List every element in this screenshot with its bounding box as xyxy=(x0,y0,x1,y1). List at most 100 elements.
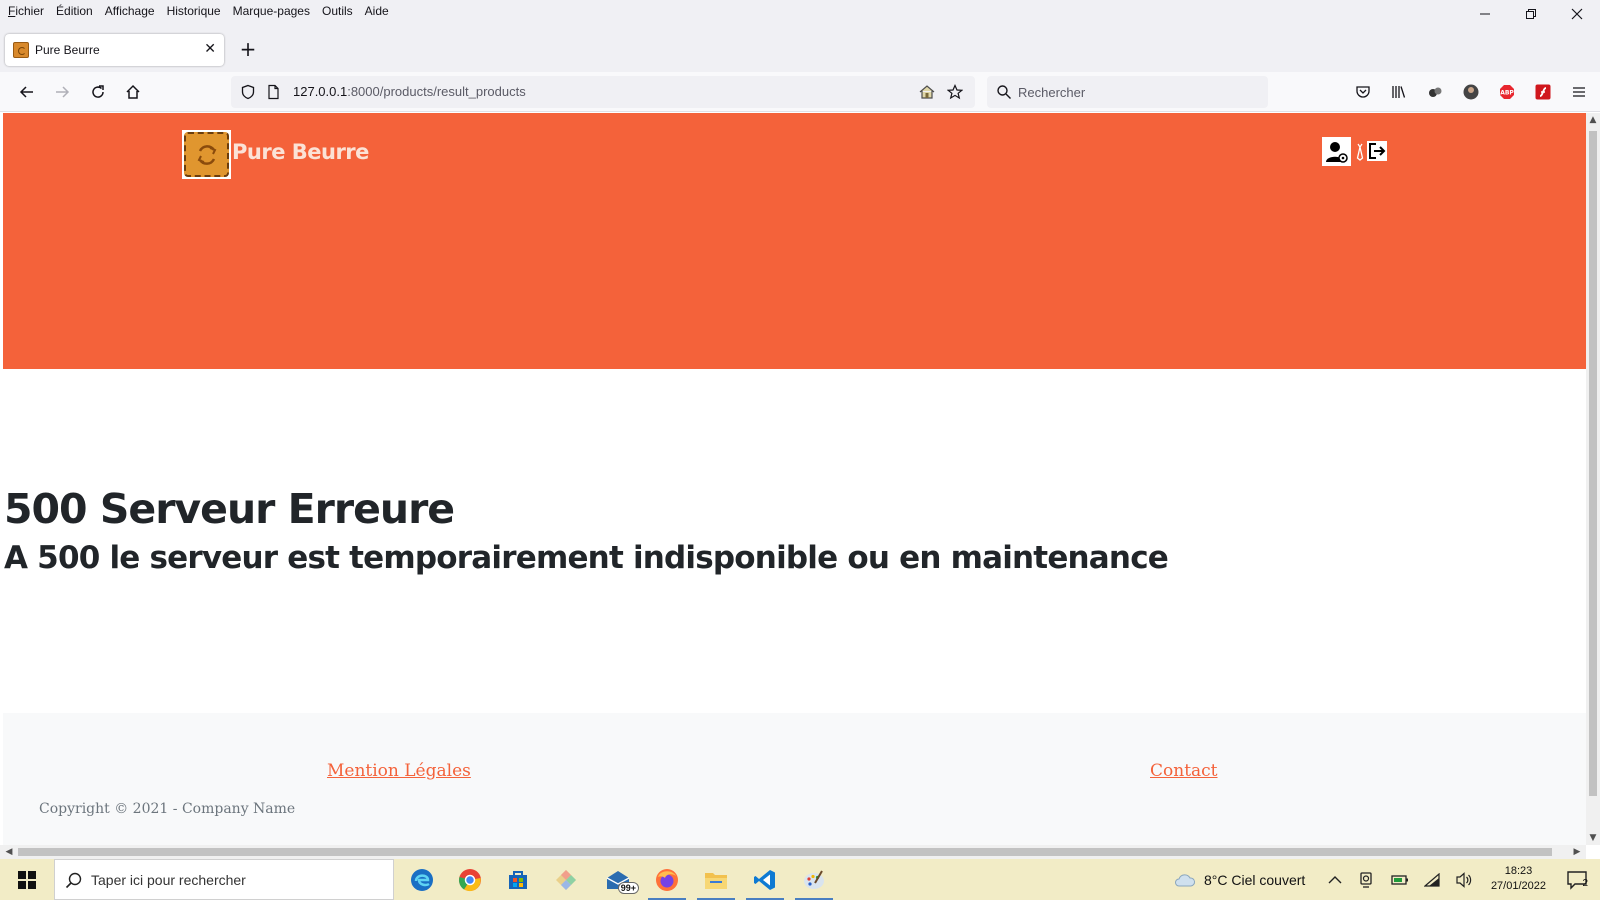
taskbar-paint[interactable] xyxy=(791,859,837,900)
menu-affichage[interactable]: Affichage xyxy=(99,4,161,18)
mail-badge: 99+ xyxy=(617,882,639,894)
bookmark-star-icon[interactable] xyxy=(947,84,963,100)
copyright-text: Copyright © 2021 - Company Name xyxy=(39,801,296,817)
site-brand[interactable]: Pure Beurre xyxy=(232,140,369,164)
taskbar-kite[interactable] xyxy=(543,859,589,900)
clock-date: 27/01/2022 xyxy=(1490,880,1546,892)
menu-historique[interactable]: Historique xyxy=(161,4,227,18)
url-text: 127.0.0.1:8000/products/result_products xyxy=(293,84,526,99)
taskbar-clock[interactable]: 18:23 27/01/2022 xyxy=(1491,864,1546,894)
tray-overflow[interactable] xyxy=(1328,859,1342,900)
camera-icon xyxy=(1360,871,1372,888)
user-account-link[interactable] xyxy=(1322,137,1351,166)
chrome-icon xyxy=(458,868,481,891)
reload-button[interactable] xyxy=(86,80,110,104)
tray-volume[interactable] xyxy=(1455,859,1473,900)
home-page-icon[interactable] xyxy=(918,84,936,100)
vertical-scroll-thumb[interactable] xyxy=(1589,131,1597,796)
vscode-icon xyxy=(754,869,775,890)
adblock-button[interactable]: ABP xyxy=(1495,80,1519,104)
tray-battery[interactable] xyxy=(1391,859,1409,900)
url-path: :8000/products/result_products xyxy=(347,84,526,99)
url-bar[interactable]: 127.0.0.1:8000/products/result_products xyxy=(231,76,975,108)
adblock-icon: ABP xyxy=(1500,85,1514,99)
carrot-glyph-icon xyxy=(1356,143,1364,161)
horizontal-scrollbar[interactable]: ◀ ▶ xyxy=(0,845,1586,859)
new-tab-button[interactable]: + xyxy=(238,39,258,59)
library-button[interactable] xyxy=(1387,80,1411,104)
paint-palette-icon xyxy=(804,869,824,889)
error-title: 500 Serveur Erreure xyxy=(4,485,455,533)
page-info-icon[interactable] xyxy=(265,84,281,100)
shield-icon[interactable] xyxy=(240,84,256,100)
logo-refresh-icon xyxy=(197,144,216,165)
store-icon xyxy=(509,870,527,889)
logout-link[interactable] xyxy=(1367,141,1387,161)
extension-icon xyxy=(1429,87,1442,97)
menu-marque-pages[interactable]: Marque-pages xyxy=(227,4,316,18)
search-placeholder: Rechercher xyxy=(1018,85,1086,100)
wifi-icon xyxy=(1424,872,1440,887)
search-icon xyxy=(997,85,1011,99)
menu-outils[interactable]: Outils xyxy=(316,4,359,18)
taskbar-explorer[interactable] xyxy=(693,859,739,900)
start-button[interactable] xyxy=(0,859,54,900)
taskbar-vscode[interactable] xyxy=(742,859,788,900)
tray-meet-now[interactable] xyxy=(1359,859,1373,900)
vertical-scrollbar[interactable]: ▲ ▼ xyxy=(1586,113,1600,845)
restore-icon xyxy=(1526,9,1536,19)
scroll-left-icon[interactable]: ◀ xyxy=(2,845,16,859)
tab-pure-beurre[interactable]: Pure Beurre ✕ xyxy=(5,34,224,66)
menu-edition[interactable]: Édition xyxy=(50,4,99,18)
forward-button[interactable] xyxy=(50,80,74,104)
battery-icon xyxy=(1391,874,1408,885)
taskbar-search-placeholder: Taper ici pour rechercher xyxy=(91,872,246,888)
taskbar-store[interactable] xyxy=(495,859,541,900)
taskbar-mail[interactable]: 99+ xyxy=(595,859,641,900)
flash-button[interactable] xyxy=(1531,80,1555,104)
taskbar-edge[interactable] xyxy=(399,859,445,900)
svg-text:ABP: ABP xyxy=(1500,90,1514,97)
navigation-bar: 127.0.0.1:8000/products/result_products … xyxy=(0,72,1600,112)
scroll-right-icon[interactable]: ▶ xyxy=(1570,845,1584,859)
reload-icon xyxy=(92,85,104,98)
tab-close-icon[interactable]: ✕ xyxy=(204,41,216,57)
back-button[interactable] xyxy=(15,80,39,104)
account-button[interactable] xyxy=(1459,80,1483,104)
account-avatar-icon xyxy=(1463,84,1479,100)
hamburger-icon xyxy=(1573,87,1585,97)
minimize-icon xyxy=(1480,13,1490,15)
folder-icon xyxy=(705,872,727,889)
taskbar-firefox[interactable] xyxy=(644,859,690,900)
taskbar-chrome[interactable] xyxy=(447,859,493,900)
pocket-button[interactable] xyxy=(1351,80,1375,104)
extension-button[interactable] xyxy=(1423,80,1447,104)
speaker-icon xyxy=(1456,871,1472,888)
scroll-up-icon[interactable]: ▲ xyxy=(1586,113,1600,127)
horizontal-scroll-thumb[interactable] xyxy=(18,848,1552,856)
flash-icon xyxy=(1535,84,1551,100)
firefox-icon xyxy=(656,868,678,891)
url-host: 127.0.0.1 xyxy=(293,84,348,99)
logo-image xyxy=(184,132,229,177)
carrot-icon[interactable] xyxy=(1355,143,1365,161)
tab-title: Pure Beurre xyxy=(35,43,100,57)
menu-fichier-rest: ichier xyxy=(15,4,45,18)
menu-button[interactable] xyxy=(1567,80,1591,104)
menu-aide[interactable]: Aide xyxy=(359,4,395,18)
home-button[interactable] xyxy=(121,80,145,104)
kite-app-icon xyxy=(556,869,576,890)
contact-link[interactable]: Contact xyxy=(1150,761,1218,781)
site-logo[interactable] xyxy=(182,130,231,179)
close-icon xyxy=(1571,8,1583,20)
taskbar-search[interactable]: Taper ici pour rechercher xyxy=(54,859,394,900)
clock-time: 18:23 xyxy=(1504,865,1533,877)
menu-fichier[interactable]: Fichier xyxy=(0,4,50,18)
tray-network[interactable] xyxy=(1424,859,1440,900)
forward-arrow-icon xyxy=(56,86,70,98)
legal-notice-link[interactable]: Mention Légales xyxy=(327,761,471,781)
taskbar-search-icon xyxy=(65,872,82,889)
weather-widget[interactable]: 8°C Ciel couvert xyxy=(1174,859,1305,900)
search-bar[interactable]: Rechercher xyxy=(987,76,1268,108)
scroll-down-icon[interactable]: ▼ xyxy=(1586,831,1600,845)
